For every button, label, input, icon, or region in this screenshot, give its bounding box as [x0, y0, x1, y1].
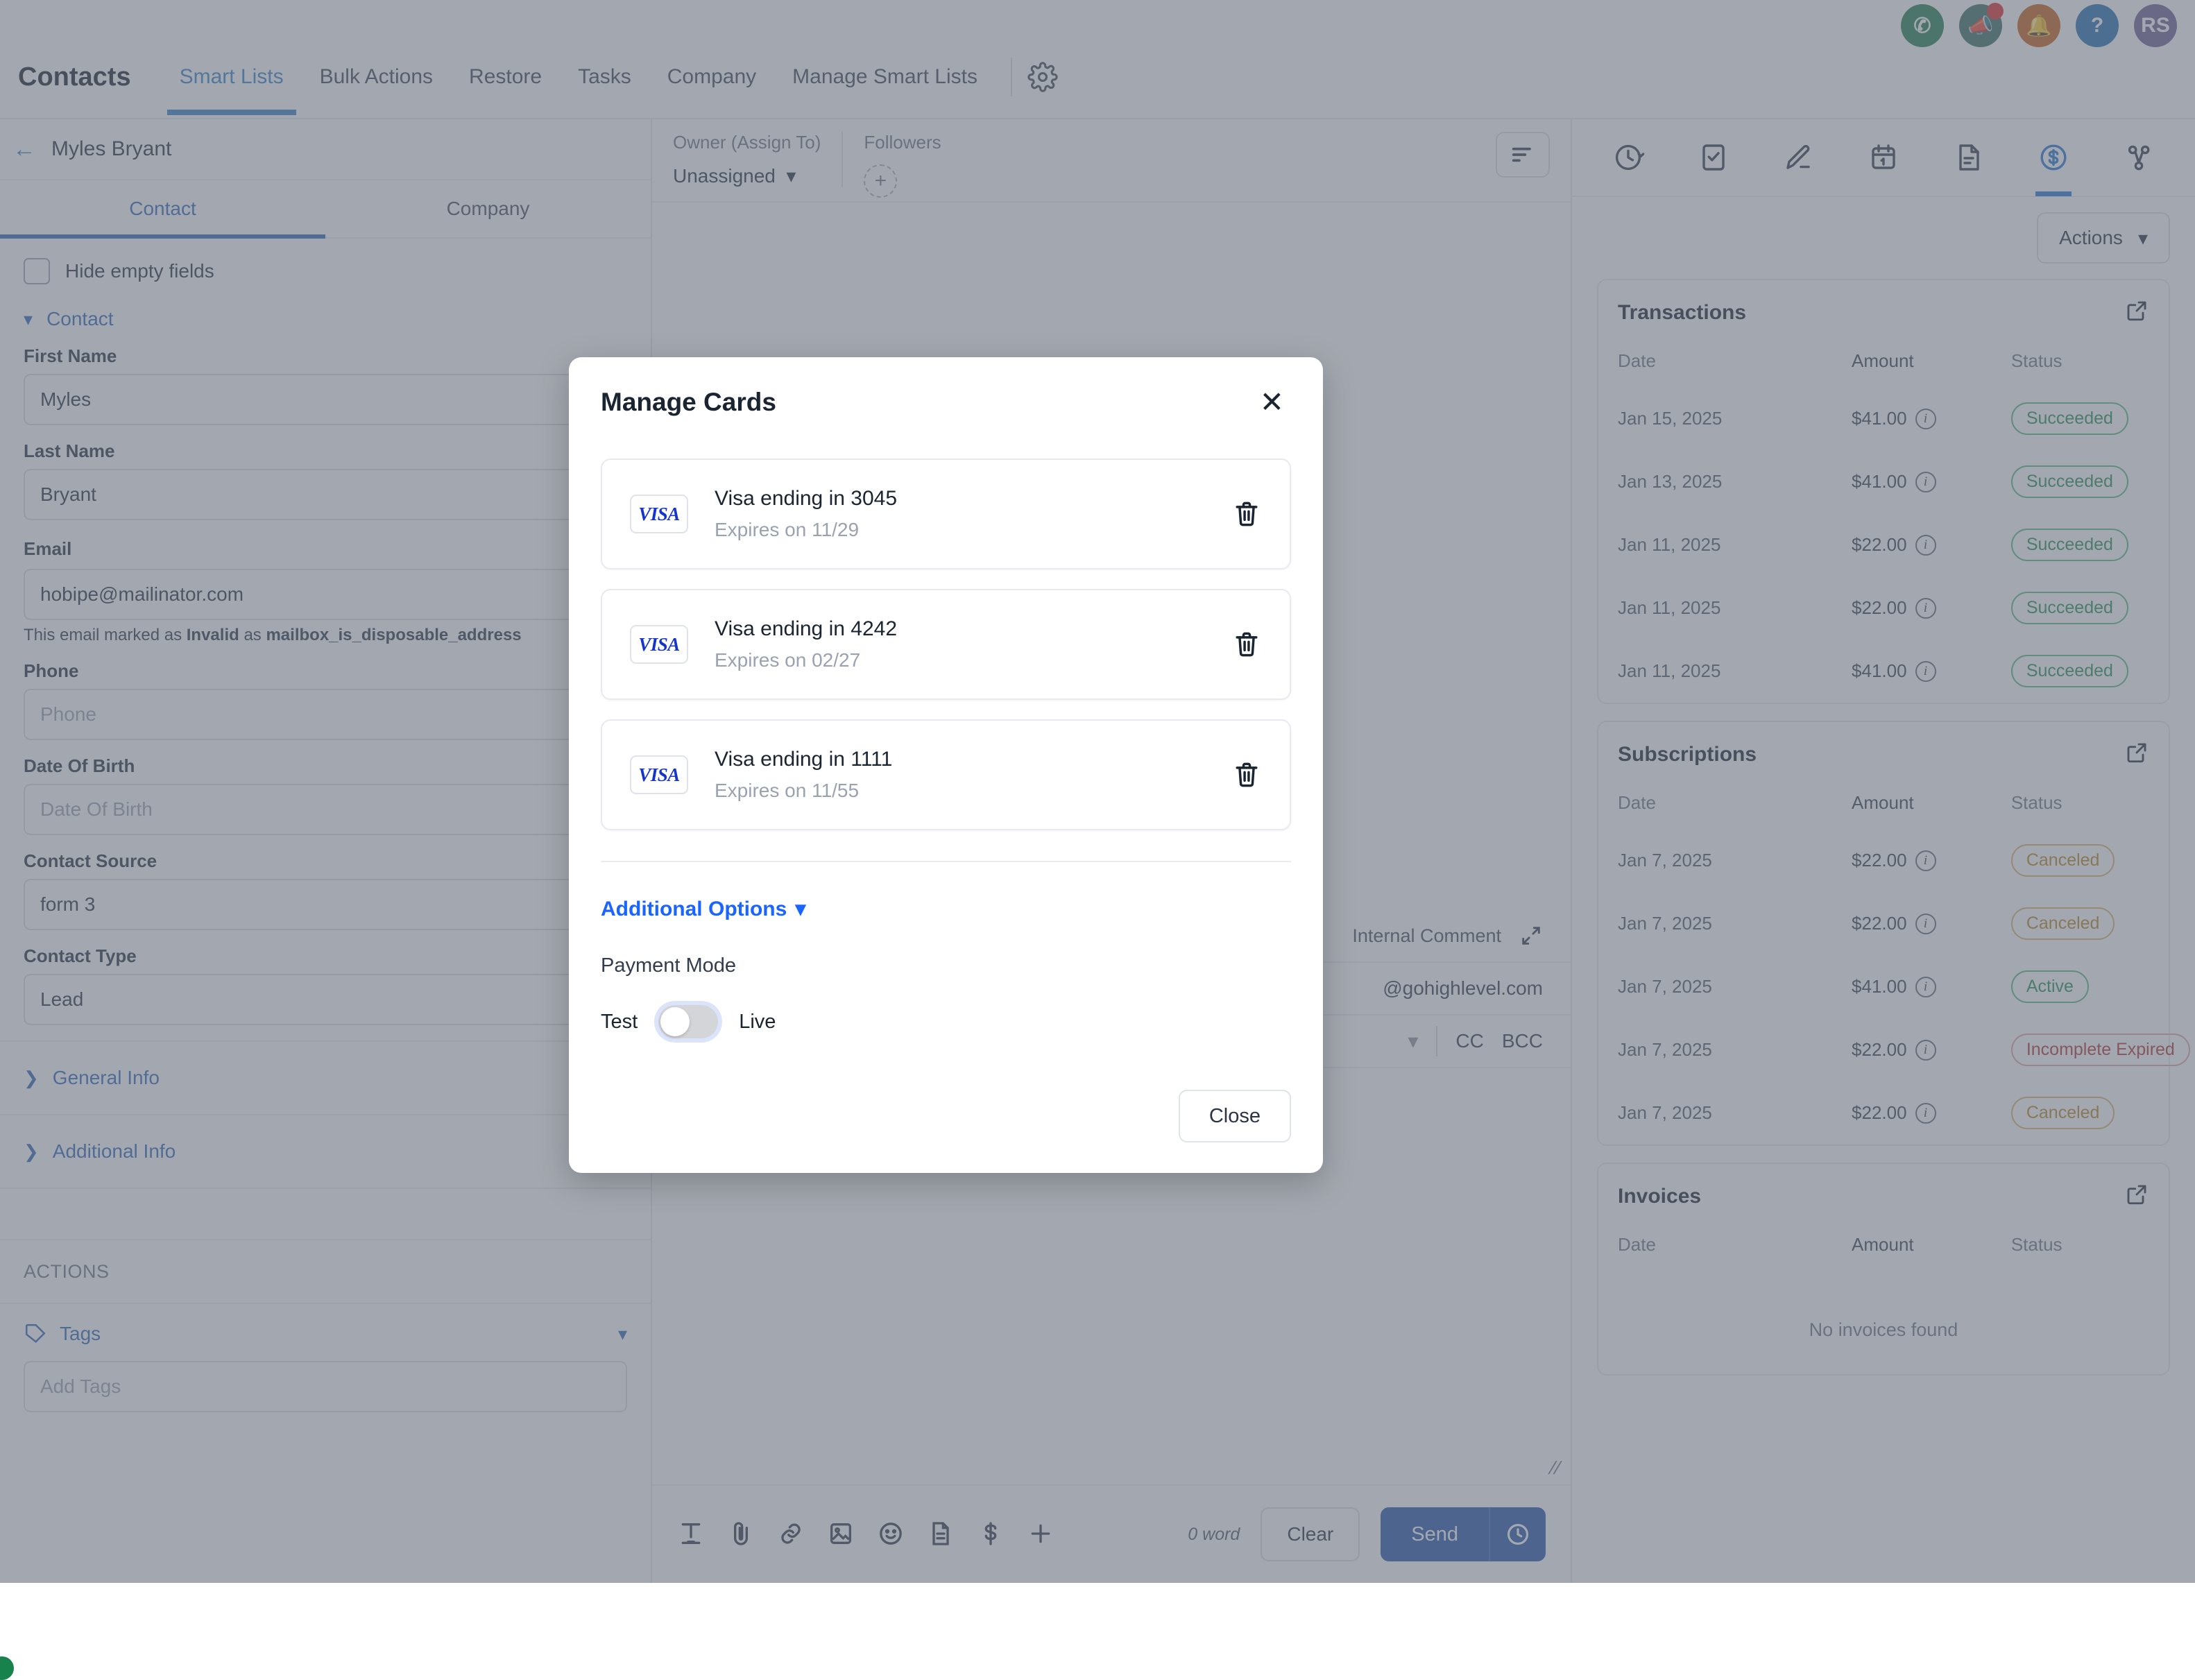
saved-card-row[interactable]: VISA Visa ending in 4242 Expires on 02/27	[601, 589, 1291, 700]
chevron-down-icon: ▾	[795, 897, 805, 921]
status-indicator-dot	[0, 1656, 14, 1680]
close-button[interactable]: Close	[1179, 1090, 1291, 1142]
card-expiry: Expires on 02/27	[715, 649, 1231, 671]
saved-card-row[interactable]: VISA Visa ending in 1111 Expires on 11/55	[601, 719, 1291, 830]
card-title: Visa ending in 1111	[715, 748, 1231, 771]
toggle-knob	[660, 1007, 690, 1036]
card-details: Visa ending in 1111 Expires on 11/55	[715, 748, 1231, 802]
modal-title: Manage Cards	[601, 388, 776, 417]
card-expiry: Expires on 11/55	[715, 780, 1231, 802]
modal-footer: Close	[569, 1038, 1323, 1173]
visa-logo-icon: VISA	[630, 755, 688, 794]
divider	[601, 861, 1291, 862]
trash-icon[interactable]	[1231, 497, 1262, 531]
payment-mode-label: Payment Mode	[601, 954, 1291, 977]
payment-mode-toggle-row: Test Live	[601, 1005, 1291, 1038]
card-title: Visa ending in 4242	[715, 617, 1231, 641]
card-title: Visa ending in 3045	[715, 487, 1231, 511]
toggle-label-test: Test	[601, 1011, 638, 1034]
trash-icon[interactable]	[1231, 758, 1262, 791]
trash-icon[interactable]	[1231, 628, 1262, 661]
visa-logo-icon: VISA	[630, 625, 688, 664]
additional-options-label: Additional Options	[601, 898, 787, 921]
modal-header: Manage Cards ✕	[569, 357, 1323, 417]
saved-card-row[interactable]: VISA Visa ending in 3045 Expires on 11/29	[601, 458, 1291, 569]
close-icon[interactable]: ✕	[1253, 388, 1291, 417]
card-expiry: Expires on 11/29	[715, 519, 1231, 541]
manage-cards-modal: Manage Cards ✕ VISA Visa ending in 3045 Ex…	[569, 357, 1323, 1173]
toggle-label-live: Live	[739, 1011, 776, 1034]
payment-mode-toggle[interactable]	[658, 1005, 718, 1038]
additional-options-toggle[interactable]: Additional Options ▾	[601, 897, 805, 921]
card-details: Visa ending in 3045 Expires on 11/29	[715, 487, 1231, 541]
card-details: Visa ending in 4242 Expires on 02/27	[715, 617, 1231, 671]
modal-body: VISAVisa ending in 3045Expires on 11/29V…	[569, 417, 1323, 1038]
visa-logo-icon: VISA	[630, 495, 688, 533]
